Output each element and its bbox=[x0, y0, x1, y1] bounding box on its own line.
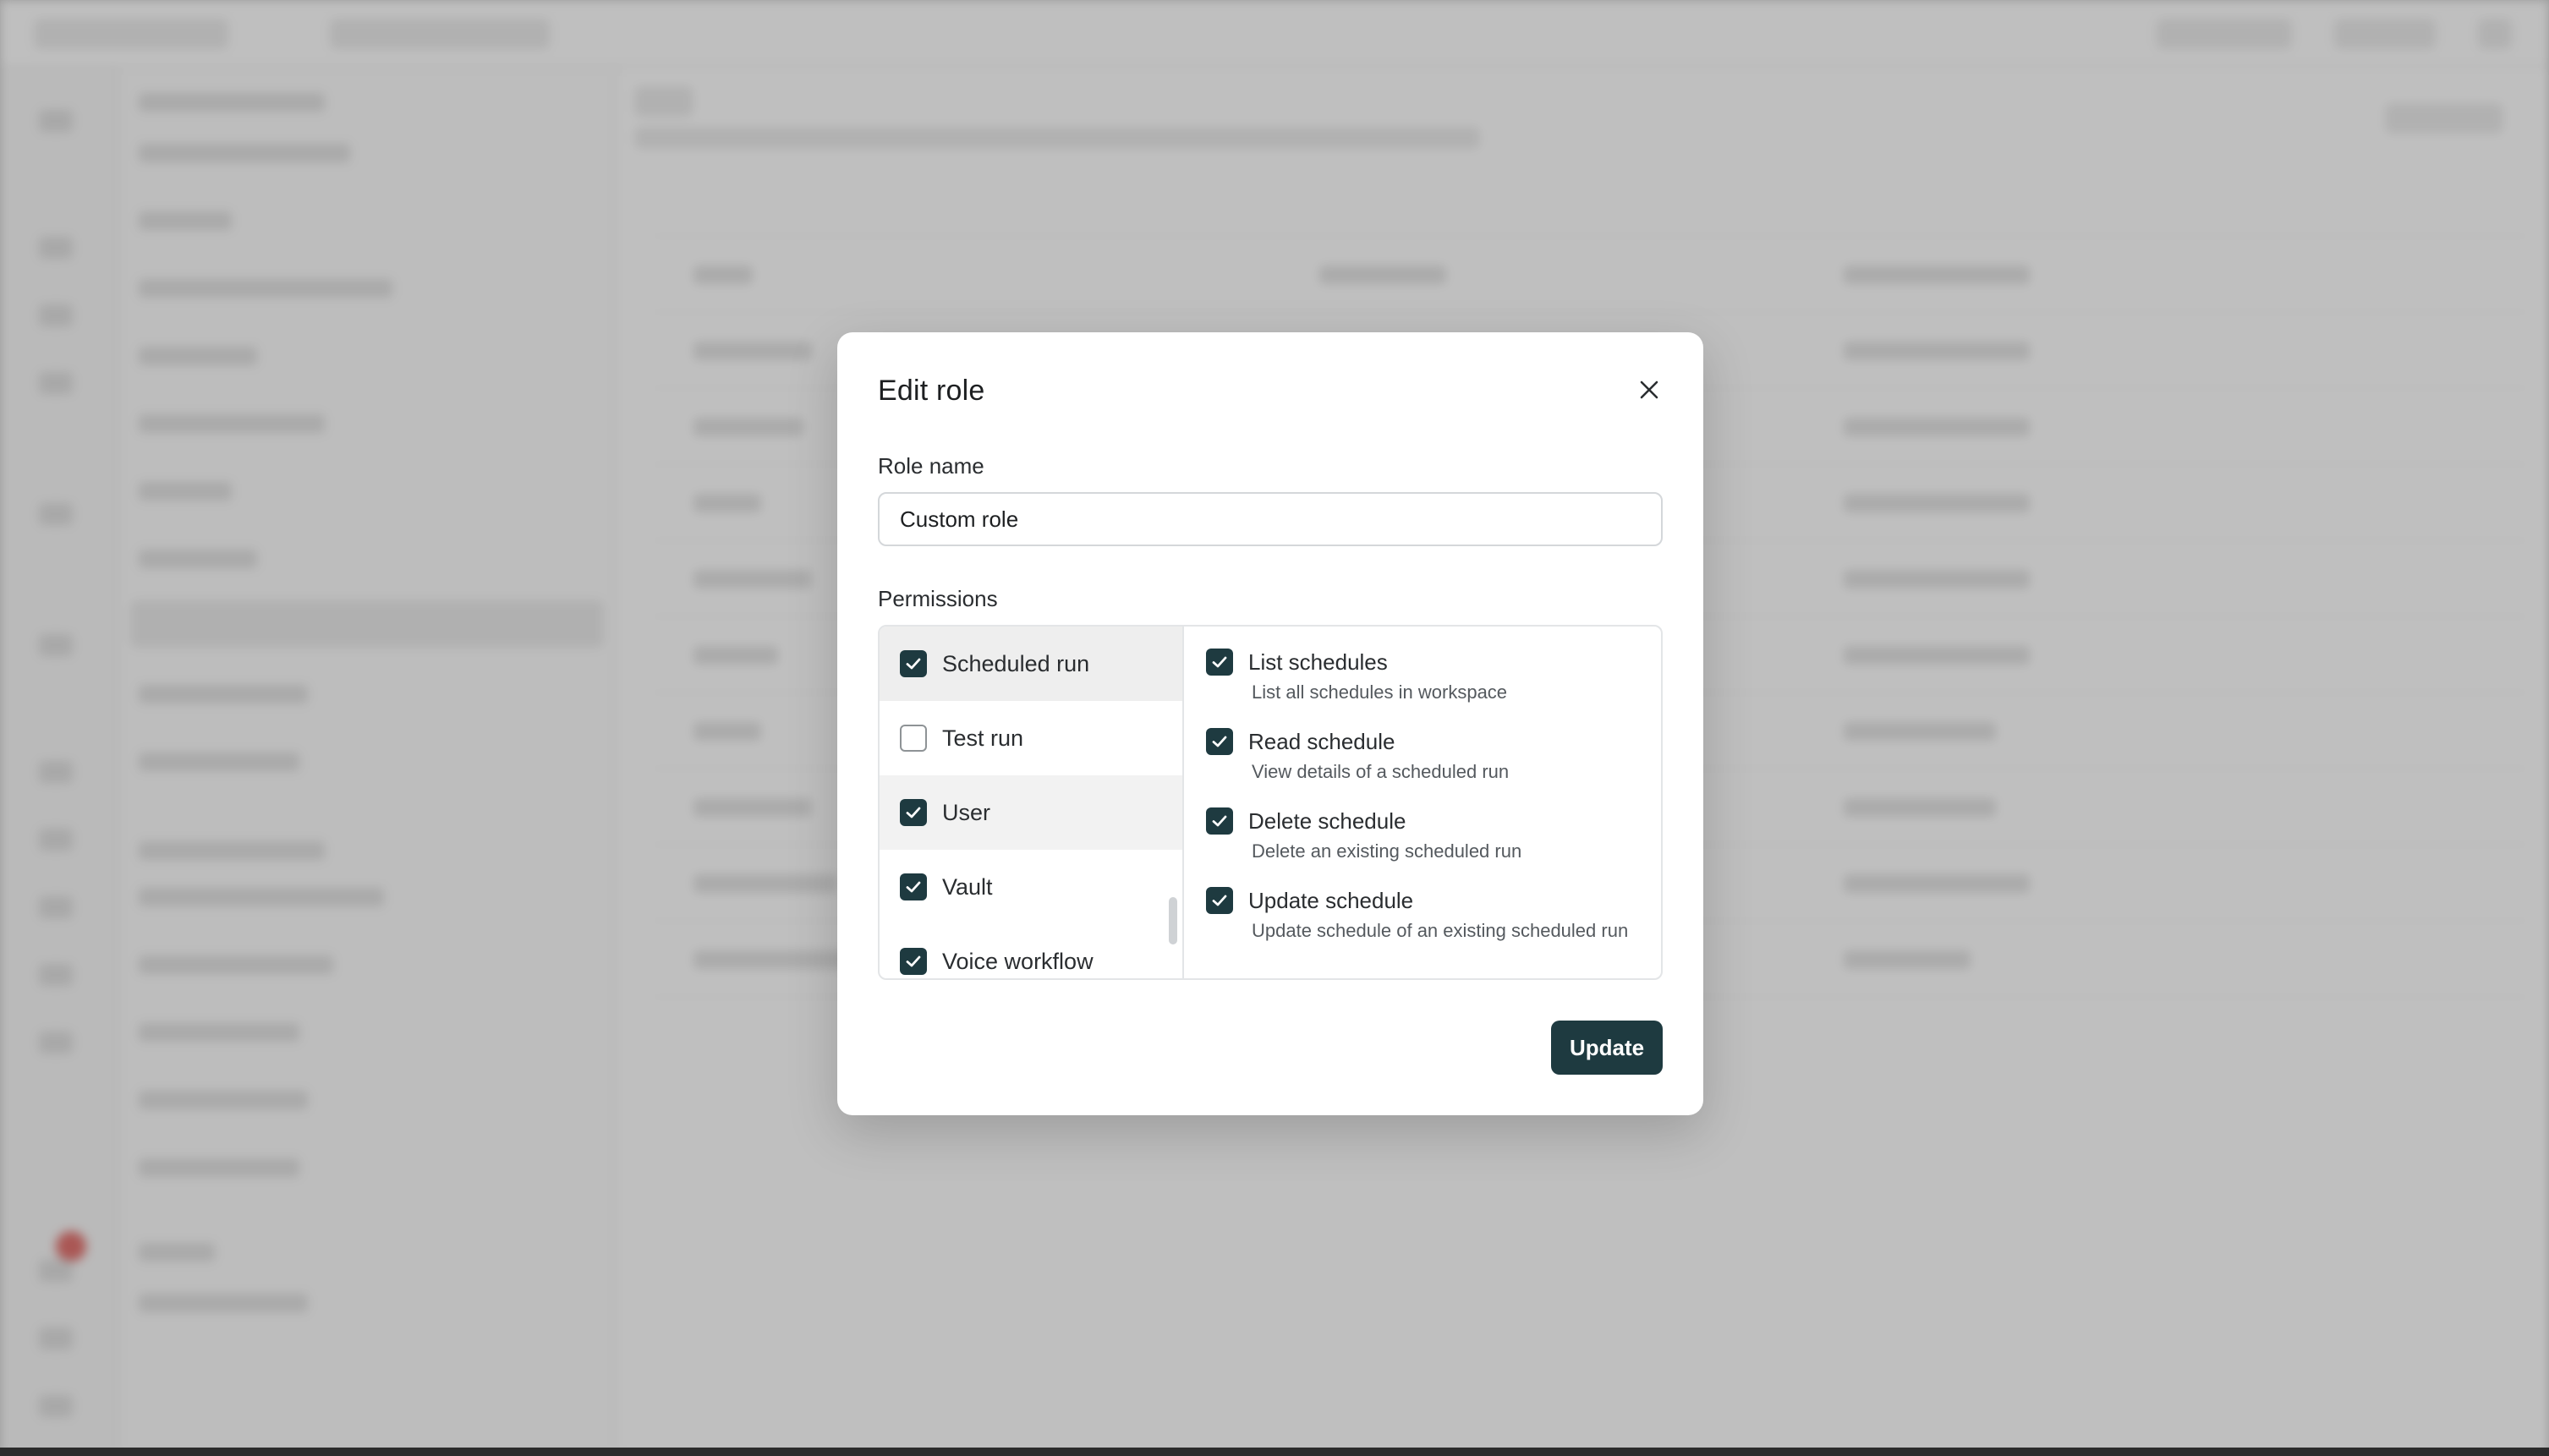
category-checkbox[interactable] bbox=[900, 799, 927, 826]
category-checkbox[interactable] bbox=[900, 873, 927, 900]
category-label: Voice workflow bbox=[942, 948, 1094, 974]
permission-delete-schedule: Delete schedule Delete an existing sched… bbox=[1206, 807, 1646, 862]
category-label: Test run bbox=[942, 725, 1024, 751]
category-list-scrollbar[interactable] bbox=[1169, 897, 1177, 944]
check-icon bbox=[906, 807, 921, 818]
check-icon bbox=[1212, 736, 1227, 747]
check-icon bbox=[1212, 895, 1227, 906]
permission-checkbox[interactable] bbox=[1206, 728, 1233, 755]
close-icon bbox=[1640, 380, 1658, 399]
category-item-vault[interactable]: Vault bbox=[880, 850, 1182, 924]
category-item-test-run[interactable]: Test run bbox=[880, 701, 1182, 775]
category-label: Scheduled run bbox=[942, 650, 1090, 676]
category-checkbox[interactable] bbox=[900, 948, 927, 975]
role-name-label: Role name bbox=[878, 453, 984, 479]
role-name-input[interactable] bbox=[878, 492, 1663, 546]
permission-checkbox[interactable] bbox=[1206, 649, 1233, 676]
permission-name: Delete schedule bbox=[1248, 807, 1406, 834]
permission-checkbox[interactable] bbox=[1206, 807, 1233, 835]
check-icon bbox=[906, 881, 921, 893]
window-bottom-edge bbox=[0, 1448, 2549, 1456]
dialog-title: Edit role bbox=[878, 375, 985, 407]
permission-description: View details of a scheduled run bbox=[1252, 761, 1510, 782]
close-button[interactable] bbox=[1634, 375, 1664, 405]
category-checkbox[interactable] bbox=[900, 650, 927, 677]
permission-name: List schedules bbox=[1248, 649, 1388, 675]
check-icon bbox=[906, 658, 921, 670]
permission-checkbox[interactable] bbox=[1206, 887, 1233, 914]
permission-description: Delete an existing scheduled run bbox=[1252, 840, 1522, 862]
permission-category-list[interactable]: Scheduled run Test run User Vault Voice … bbox=[880, 627, 1184, 978]
permission-description: Update schedule of an existing scheduled… bbox=[1252, 920, 1629, 941]
edit-role-dialog: Edit role Role name Permissions Schedule… bbox=[837, 332, 1703, 1115]
check-icon bbox=[906, 955, 921, 967]
permission-read-schedule: Read schedule View details of a schedule… bbox=[1206, 728, 1646, 782]
category-label: User bbox=[942, 799, 991, 825]
category-checkbox[interactable] bbox=[900, 725, 927, 752]
permission-description: List all schedules in workspace bbox=[1252, 681, 1508, 703]
category-item-scheduled-run[interactable]: Scheduled run bbox=[880, 627, 1182, 701]
permission-name: Read schedule bbox=[1248, 728, 1395, 754]
category-label: Vault bbox=[942, 873, 993, 900]
permission-name: Update schedule bbox=[1248, 887, 1414, 913]
check-icon bbox=[1212, 656, 1227, 668]
category-item-voice-workflow[interactable]: Voice workflow bbox=[880, 924, 1182, 978]
permissions-label: Permissions bbox=[878, 586, 998, 611]
permissions-panel: Scheduled run Test run User Vault Voice … bbox=[878, 625, 1663, 980]
permission-detail-list: List schedules List all schedules in wor… bbox=[1186, 627, 1661, 978]
update-button[interactable]: Update bbox=[1551, 1021, 1663, 1075]
permission-update-schedule: Update schedule Update schedule of an ex… bbox=[1206, 887, 1646, 941]
permission-list-schedules: List schedules List all schedules in wor… bbox=[1206, 649, 1646, 703]
check-icon bbox=[1212, 815, 1227, 827]
category-item-user[interactable]: User bbox=[880, 775, 1182, 850]
